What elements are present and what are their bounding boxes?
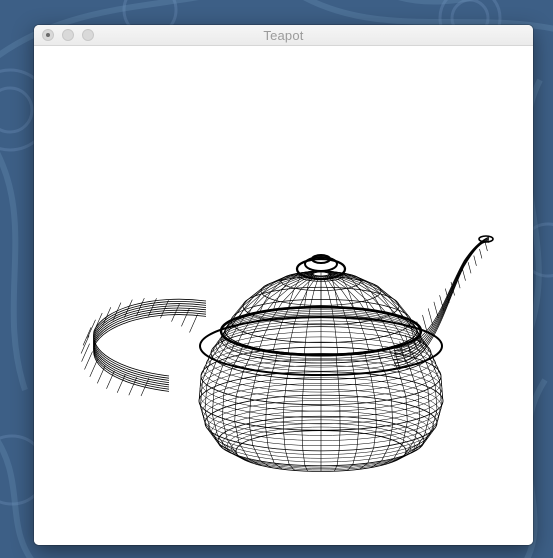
handle-rib xyxy=(84,351,93,370)
gl-viewport[interactable] xyxy=(34,46,533,545)
title-bar[interactable]: Teapot xyxy=(34,25,533,46)
spout-rib xyxy=(433,301,439,318)
spout-rib xyxy=(427,308,434,326)
body-meridian xyxy=(334,353,341,472)
handle-curve xyxy=(93,305,207,383)
handle-rib xyxy=(89,358,99,378)
handle-rib xyxy=(160,300,169,319)
spout-curve xyxy=(393,237,490,352)
handle-rib xyxy=(97,365,106,384)
body-meridian xyxy=(234,347,262,466)
handle-rib xyxy=(80,335,90,354)
body-meridian xyxy=(370,349,394,468)
app-window: Teapot xyxy=(34,25,533,545)
handle-curve xyxy=(93,309,207,388)
spout-rib xyxy=(484,242,488,252)
handle-rib xyxy=(181,308,190,327)
handle-curve xyxy=(93,311,207,390)
window-title: Teapot xyxy=(263,28,304,43)
handle-curve xyxy=(93,307,207,386)
spout-curve xyxy=(393,239,490,358)
handle-rib xyxy=(82,327,92,346)
body-meridian xyxy=(380,347,408,466)
body-meridian xyxy=(301,353,308,472)
handle-rib xyxy=(106,370,115,389)
handle-rib xyxy=(189,314,198,333)
spout-rib xyxy=(473,255,477,266)
body-meridian xyxy=(248,349,272,468)
handle-rib xyxy=(128,377,138,396)
spout-rib xyxy=(393,347,401,371)
spout-rib xyxy=(462,268,466,281)
spout-rib xyxy=(439,295,444,311)
handle-rib xyxy=(102,307,112,326)
spout-rib xyxy=(479,248,483,259)
spout-rib xyxy=(467,262,472,274)
teapot-wireframe xyxy=(80,235,494,472)
handle-rib xyxy=(81,343,90,362)
spout-curve xyxy=(393,236,490,349)
